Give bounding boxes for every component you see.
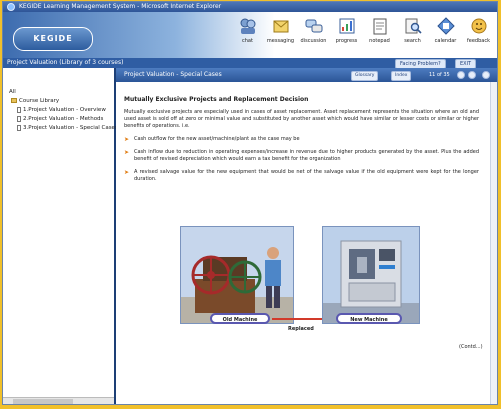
- nav-discussion[interactable]: discussion: [297, 16, 330, 44]
- window-titlebar: KEGIDE Learning Management System - Micr…: [3, 2, 497, 12]
- nav-chat[interactable]: chat: [231, 16, 264, 44]
- exit-lesson-icon[interactable]: [482, 71, 490, 79]
- lesson-title: Project Valuation - Special Cases: [124, 71, 222, 78]
- tree-item-overview[interactable]: 1.Project Valuation - Overview: [9, 106, 118, 115]
- calendar-icon: [436, 17, 455, 35]
- continued-label: (Contd...): [459, 344, 483, 350]
- nav-feedback[interactable]: feedback: [462, 16, 495, 44]
- nav-discussion-label: discussion: [300, 38, 327, 44]
- nav-notepad[interactable]: notepad: [363, 16, 396, 44]
- window-title: KEGIDE Learning Management System - Micr…: [19, 3, 222, 10]
- tree-item-methods[interactable]: 2.Project Valuation - Methods: [9, 115, 118, 124]
- course-statusbar: Project Valuation (Library of 3 courses)…: [3, 58, 497, 69]
- scrollbar-thumb[interactable]: [13, 399, 73, 404]
- search-icon: [405, 18, 422, 34]
- content-vertical-scrollbar[interactable]: [490, 82, 497, 404]
- arrow-icon: ➤: [124, 149, 130, 156]
- document-icon: [17, 124, 21, 131]
- section-heading: Mutually Exclusive Projects and Replacem…: [124, 96, 309, 103]
- messaging-icon: [273, 20, 288, 33]
- sidebar-horizontal-scrollbar[interactable]: [3, 397, 114, 404]
- lesson-body: Mutually Exclusive Projects and Replacem…: [124, 96, 479, 189]
- document-icon: [17, 115, 21, 122]
- nav-calendar-label: calendar: [434, 38, 457, 44]
- nav-messaging-label: messaging: [266, 38, 295, 44]
- intro-paragraph: Mutually exclusive projects are especial…: [124, 109, 479, 129]
- app-header: KEGIDE chat messaging discussion progres…: [3, 12, 497, 58]
- nav-feedback-label: feedback: [467, 38, 490, 44]
- course-tree: All Course Library 1.Project Valuation -…: [9, 88, 118, 133]
- nav-messaging[interactable]: messaging: [264, 16, 297, 44]
- folder-icon: [11, 98, 17, 103]
- tree-course-library[interactable]: Course Library: [9, 97, 118, 106]
- document-icon: [17, 106, 21, 113]
- bullet-text: Cash outflow for the new asset/machine/p…: [134, 136, 300, 142]
- tree-item-label: 3.Project Valuation - Special Cases: [23, 125, 118, 131]
- nav-search[interactable]: search: [396, 16, 429, 44]
- index-button[interactable]: Index: [391, 71, 412, 81]
- bullet-item: ➤ A revised salvage value for the new eq…: [124, 169, 479, 183]
- tree-item-label: 1.Project Valuation - Overview: [23, 107, 106, 113]
- chat-icon: [240, 18, 255, 34]
- course-sidebar: All Course Library 1.Project Valuation -…: [3, 68, 118, 404]
- tree-course-library-label: Course Library: [19, 98, 60, 104]
- tree-root[interactable]: All: [9, 88, 118, 97]
- lesson-content: Project Valuation - Special Cases Glossa…: [116, 68, 497, 404]
- nav-search-label: search: [404, 38, 421, 44]
- old-machine-caption: Old Machine: [210, 313, 270, 324]
- next-page-icon[interactable]: [468, 71, 476, 79]
- ie-icon: [7, 3, 15, 11]
- nav-progress-label: progress: [335, 38, 358, 44]
- course-title: Project Valuation (Library of 3 courses): [7, 59, 124, 66]
- page-counter: 11 of 35: [429, 72, 450, 78]
- arrow-icon: ➤: [124, 169, 130, 176]
- bullet-item: ➤ Cash inflow due to reduction in operat…: [124, 149, 479, 163]
- previous-page-icon[interactable]: [457, 71, 465, 79]
- toolbar-nav: chat messaging discussion progress notep…: [231, 16, 495, 44]
- bullet-text: Cash inflow due to reduction in operatin…: [134, 149, 479, 162]
- old-machine-illustration: [181, 227, 293, 323]
- tree-item-special-cases[interactable]: 3.Project Valuation - Special Cases: [9, 124, 118, 133]
- progress-icon: [339, 18, 354, 34]
- new-machine-image: [322, 226, 420, 324]
- lesson-header: Project Valuation - Special Cases Glossa…: [116, 68, 497, 82]
- nav-progress[interactable]: progress: [330, 16, 363, 44]
- nav-notepad-label: notepad: [369, 38, 390, 44]
- nav-calendar[interactable]: calendar: [429, 16, 462, 44]
- bullet-text: A revised salvage value for the new equi…: [134, 169, 479, 182]
- bullet-item: ➤ Cash outflow for the new asset/machine…: [124, 136, 479, 143]
- new-machine-illustration: [323, 227, 419, 323]
- feedback-icon: [471, 18, 486, 34]
- nav-chat-label: chat: [242, 38, 253, 44]
- new-machine-caption: New Machine: [336, 313, 402, 324]
- notepad-icon: [373, 18, 386, 35]
- old-machine-image: [180, 226, 294, 324]
- glossary-button[interactable]: Glossary: [351, 71, 379, 81]
- arrow-icon: ➤: [124, 136, 130, 143]
- browser-window: KEGIDE Learning Management System - Micr…: [2, 1, 498, 405]
- discussion-icon: [305, 19, 322, 33]
- replaced-label: Replaced: [288, 326, 314, 332]
- kegide-logo: KEGIDE: [13, 27, 93, 51]
- tree-item-label: 2.Project Valuation - Methods: [23, 116, 104, 122]
